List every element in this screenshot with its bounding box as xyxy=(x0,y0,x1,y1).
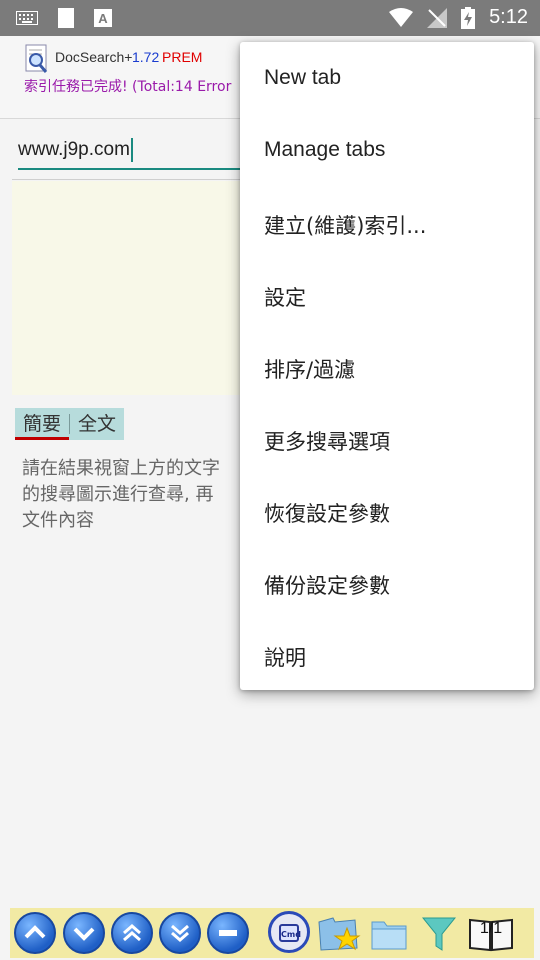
scroll-up-button[interactable] xyxy=(14,912,56,954)
collapse-button[interactable] xyxy=(207,912,249,954)
menu-item-more-search-options[interactable]: 更多搜尋選項 xyxy=(264,426,390,456)
document-icon xyxy=(58,8,74,28)
double-chevron-up-icon xyxy=(123,924,141,942)
cmd-button[interactable]: Cmd xyxy=(268,911,310,953)
menu-item-settings[interactable]: 設定 xyxy=(264,282,306,312)
app-version: 1.72 xyxy=(132,49,160,65)
app-edition: PREM xyxy=(162,49,203,65)
keyboard-icon xyxy=(16,11,38,25)
folder-icon[interactable] xyxy=(370,916,408,952)
no-signal-icon xyxy=(427,7,448,28)
page-indicator: 1/1 xyxy=(479,920,503,937)
results-panel[interactable] xyxy=(12,181,252,395)
page-down-button[interactable] xyxy=(159,912,201,954)
chevron-down-icon xyxy=(73,927,95,941)
app-name: DocSearch+ xyxy=(55,49,133,65)
clock: 5:12 xyxy=(489,6,528,28)
scroll-down-button[interactable] xyxy=(63,912,105,954)
menu-item-manage-tabs[interactable]: Manage tabs xyxy=(264,138,385,162)
divider xyxy=(12,179,252,180)
double-chevron-down-icon xyxy=(171,924,189,942)
menu-item-sort-filter[interactable]: 排序/過濾 xyxy=(264,354,355,384)
status-bar: A 5:12 xyxy=(0,0,540,36)
chevron-up-icon xyxy=(24,925,46,939)
svg-text:A: A xyxy=(98,11,108,26)
tab-summary[interactable]: 簡要 xyxy=(15,408,70,440)
font-a-icon: A xyxy=(94,9,112,27)
menu-item-new-tab[interactable]: New tab xyxy=(264,66,341,90)
favorites-folder-icon[interactable] xyxy=(317,914,361,954)
overflow-menu: New tab Manage tabs 建立(維護)索引... 設定 排序/過濾… xyxy=(240,42,534,690)
menu-item-help[interactable]: 說明 xyxy=(264,642,306,672)
menu-item-backup-settings[interactable]: 備份設定參數 xyxy=(264,570,390,600)
docsearch-logo-icon[interactable] xyxy=(24,44,50,74)
text-cursor xyxy=(130,137,133,162)
tab-fulltext[interactable]: 全文 xyxy=(70,408,124,440)
menu-item-build-index[interactable]: 建立(維護)索引... xyxy=(264,210,426,240)
bottom-toolbar: Cmd 1/1 xyxy=(10,908,534,958)
view-tabs: 簡要 全文 xyxy=(15,408,125,440)
page-indicator-button[interactable]: 1/1 xyxy=(468,916,514,952)
page-up-button[interactable] xyxy=(111,912,153,954)
search-input[interactable]: www.j9p.com xyxy=(18,136,240,170)
battery-charging-icon xyxy=(461,6,476,29)
menu-item-restore-settings[interactable]: 恢復設定參數 xyxy=(264,498,390,528)
cmd-icon: Cmd xyxy=(279,924,301,942)
filter-icon[interactable] xyxy=(422,916,456,952)
search-input-value: www.j9p.com xyxy=(18,139,130,160)
wifi-icon xyxy=(389,7,414,27)
status-message: 索引任務已完成! (Total:14 Error xyxy=(24,79,232,95)
hint-text: 請在結果視窗上方的文字 的搜尋圖示進行查尋, 再 文件內容 xyxy=(22,458,220,531)
minus-icon xyxy=(219,930,237,936)
